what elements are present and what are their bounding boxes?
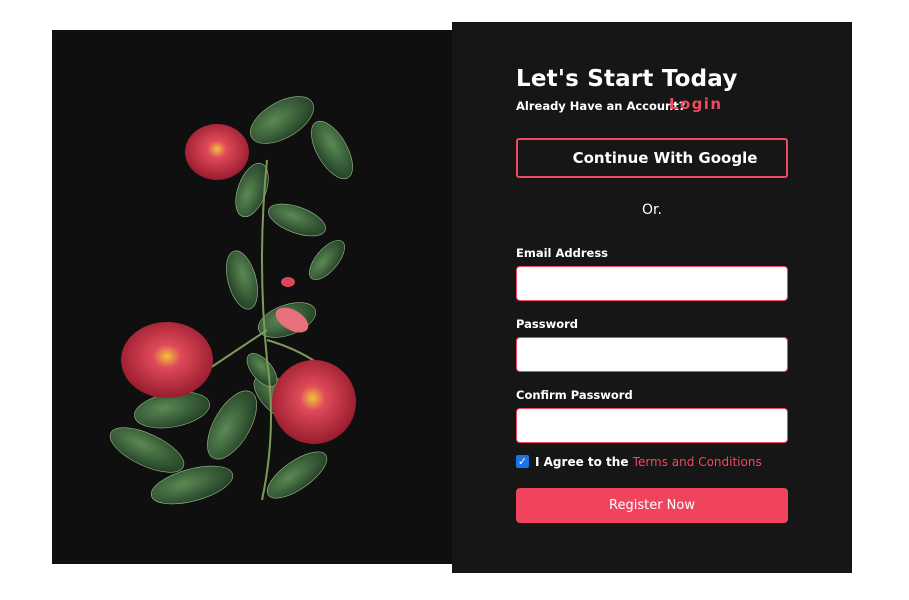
password-label: Password (516, 317, 578, 331)
confirm-password-label: Confirm Password (516, 388, 633, 402)
agree-prefix: I Agree to the (535, 455, 629, 469)
page-title: Let's Start Today (516, 66, 738, 92)
login-link[interactable]: Login (669, 95, 722, 113)
have-account-text: Already Have an Account? (516, 99, 686, 113)
or-divider: Or. (642, 202, 662, 218)
email-label: Email Address (516, 246, 609, 260)
checkmark-icon: ✓ (517, 455, 528, 468)
register-panel: Let's Start Today Already Have an Accoun… (452, 22, 852, 573)
agree-checkbox[interactable]: ✓ (516, 455, 529, 468)
agree-label: I Agree to the Terms and Conditions (535, 455, 762, 469)
terms-link[interactable]: Terms and Conditions (633, 455, 762, 469)
register-button[interactable]: Register Now (516, 488, 788, 523)
password-field[interactable] (516, 337, 788, 372)
confirm-password-field[interactable] (516, 408, 788, 443)
rose-silhouette-icon (109, 96, 356, 505)
hero-image (52, 30, 452, 564)
continue-with-google-button[interactable]: Continue With Google (516, 138, 788, 178)
email-field[interactable] (516, 266, 788, 301)
